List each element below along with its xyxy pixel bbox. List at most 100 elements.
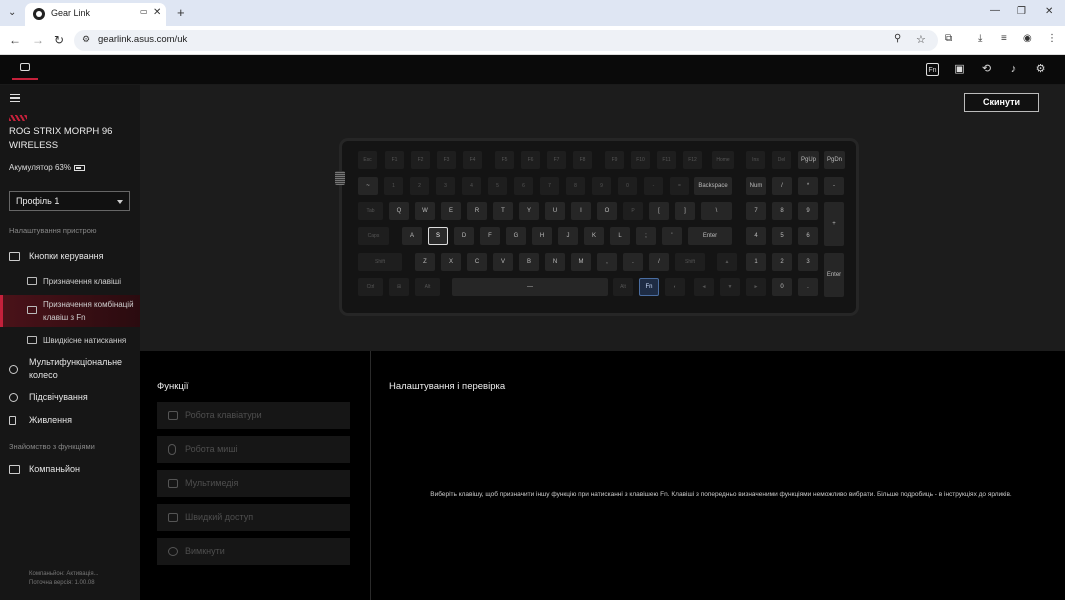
keyboard-knob-icon[interactable] (335, 171, 345, 185)
zoom-icon[interactable]: ⚲ (894, 33, 901, 44)
key-row6-2[interactable]: Alt (415, 278, 440, 296)
key-row5-11[interactable]: Shift (675, 253, 705, 271)
tab-media-icon[interactable]: ▭ (140, 7, 148, 16)
key-row4-12[interactable]: Enter (688, 227, 732, 245)
key-row6-3[interactable]: — (452, 278, 608, 296)
notification-bell-icon[interactable]: ♪ (1007, 63, 1020, 76)
key-row6-1[interactable]: ⊞ (389, 278, 409, 296)
key-row4-14[interactable]: 5 (772, 227, 792, 245)
download-icon[interactable]: ⤓ (978, 33, 982, 44)
key-row6-0[interactable]: Ctrl (358, 278, 383, 296)
key-row3-15[interactable]: 8 (772, 202, 792, 220)
key-row1-17[interactable]: PgDn (824, 151, 845, 169)
key-row3-2[interactable]: W (415, 202, 435, 220)
nav-item-fn-combo[interactable]: Призначення комбінацій клавіш з Fn (0, 295, 140, 327)
nav-item-multifunction-wheel[interactable]: Мультифункціональне колесо (0, 356, 140, 384)
nav-item-lighting[interactable]: Підсвічування (0, 391, 140, 406)
key-row3-6[interactable]: Y (519, 202, 539, 220)
key-row3-16[interactable]: 9 (798, 202, 818, 220)
key-row5-6[interactable]: N (545, 253, 565, 271)
bookmark-star-icon[interactable]: ☆ (916, 33, 926, 46)
key-row4-15[interactable]: 6 (798, 227, 818, 245)
key-row1-0[interactable]: Esc (358, 151, 377, 169)
key-row2-15[interactable]: / (772, 177, 792, 195)
address-bar[interactable]: ⚙ gearlink.asus.com/uk ⚲ ☆ (74, 30, 938, 51)
key-row5-14[interactable]: 2 (772, 253, 792, 271)
maximize-icon[interactable]: ❐ (1017, 6, 1026, 17)
key-row6-8[interactable]: ▼ (720, 278, 740, 296)
key-row2-14[interactable]: Num (746, 177, 766, 195)
key-row2-2[interactable]: 2 (410, 177, 429, 195)
sync-icon[interactable]: ⟲ (980, 63, 993, 76)
key-row3-13[interactable]: \ (701, 202, 732, 220)
key-row3-8[interactable]: I (571, 202, 591, 220)
key-row3-9[interactable]: O (597, 202, 617, 220)
key-row6-4[interactable]: Alt (613, 278, 633, 296)
key-row4-6[interactable]: H (532, 227, 552, 245)
key-row4-0[interactable]: Caps (358, 227, 389, 245)
key-row3-14[interactable]: 7 (746, 202, 766, 220)
key-row5-0[interactable]: Shift (358, 253, 402, 271)
key-row3-11[interactable]: [ (649, 202, 669, 220)
hamburger-menu-icon[interactable] (10, 94, 20, 102)
key-row3-3[interactable]: E (441, 202, 461, 220)
reset-button[interactable]: Скинути (964, 93, 1039, 112)
key-row1-2[interactable]: F2 (411, 151, 430, 169)
key-row1-14[interactable]: Ins (746, 151, 765, 169)
key-row4-1[interactable]: A (402, 227, 422, 245)
key-row1-1[interactable]: F1 (385, 151, 404, 169)
nav-item-control-buttons[interactable]: Кнопки керування (0, 250, 140, 265)
key-row2-12[interactable]: = (670, 177, 689, 195)
extensions-icon[interactable]: ⧉ (945, 33, 952, 44)
key-row6-6[interactable]: ◐ (665, 278, 685, 296)
key-row5-5[interactable]: B (519, 253, 539, 271)
profile-dropdown[interactable]: Профіль 1 (9, 191, 130, 211)
key-row6-7[interactable]: ◄ (694, 278, 714, 296)
key-row2-1[interactable]: 1 (384, 177, 403, 195)
key-row4-2[interactable]: S (428, 227, 448, 245)
key-row1-4[interactable]: F4 (463, 151, 482, 169)
key-row1-8[interactable]: F8 (573, 151, 592, 169)
fn-shortcut-icon[interactable]: Fn (926, 63, 939, 76)
key-row3-7[interactable]: U (545, 202, 565, 220)
key-row5-7[interactable]: M (571, 253, 591, 271)
key-row5-1[interactable]: Z (415, 253, 435, 271)
key-row1-6[interactable]: F6 (521, 151, 540, 169)
key-row5-15[interactable]: 3 (798, 253, 818, 271)
key-row4-9[interactable]: L (610, 227, 630, 245)
nav-item-quick-press[interactable]: Швидкісне натискання (0, 334, 140, 348)
key-row2-4[interactable]: 4 (462, 177, 481, 195)
display-icon[interactable]: ▣ (953, 63, 966, 76)
device-logo-icon[interactable] (12, 58, 38, 80)
minimize-icon[interactable]: — (990, 5, 1000, 16)
key-row2-13[interactable]: Backspace (694, 177, 732, 195)
key-row2-17[interactable]: - (824, 177, 844, 195)
browser-tab[interactable]: Gear Link ▭ ✕ (25, 3, 166, 26)
key-row6-9[interactable]: ► (746, 278, 766, 296)
key-row1-15[interactable]: Del (772, 151, 791, 169)
key-row5-13[interactable]: 1 (746, 253, 766, 271)
key-row2-8[interactable]: 8 (566, 177, 585, 195)
window-close-icon[interactable]: ✕ (1045, 6, 1053, 17)
reload-icon[interactable]: ↻ (54, 33, 64, 47)
key-row5-3[interactable]: C (467, 253, 487, 271)
key-row3-12[interactable]: ] (675, 202, 695, 220)
forward-arrow-icon[interactable]: → (32, 33, 44, 47)
key-row4-10[interactable]: ; (636, 227, 656, 245)
media-controls-icon[interactable]: ≡ (1001, 33, 1007, 44)
key-row4-8[interactable]: K (584, 227, 604, 245)
nav-item-power[interactable]: Живлення (0, 414, 140, 429)
profile-avatar-icon[interactable]: ◉ (1023, 33, 1032, 44)
key-row4-3[interactable]: D (454, 227, 474, 245)
key-row3-4[interactable]: R (467, 202, 487, 220)
key-row1-9[interactable]: F9 (605, 151, 624, 169)
tab-close-icon[interactable]: ✕ (153, 7, 161, 18)
key-row2-0[interactable]: ~ (358, 177, 378, 195)
key-row1-7[interactable]: F7 (547, 151, 566, 169)
key-row4-11[interactable]: ' (662, 227, 682, 245)
key-row3-1[interactable]: Q (389, 202, 409, 220)
key-row5-4[interactable]: V (493, 253, 513, 271)
key-row1-5[interactable]: F5 (495, 151, 514, 169)
key-row2-10[interactable]: 0 (618, 177, 637, 195)
key-row3-17[interactable]: + (824, 202, 844, 246)
